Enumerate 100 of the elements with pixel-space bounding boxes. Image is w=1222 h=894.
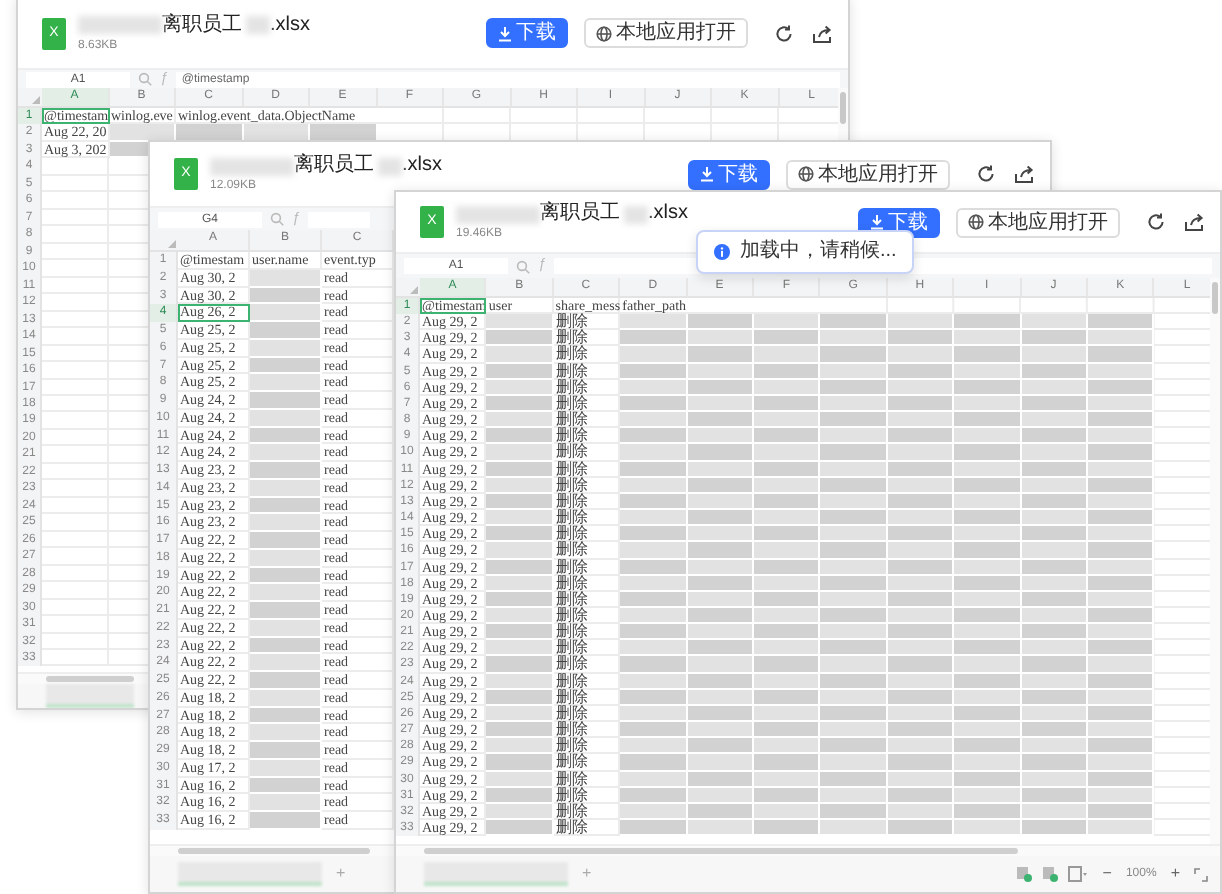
redacted-cell [820, 656, 888, 674]
table-cell: 删除 [553, 754, 621, 772]
redacted-cell [620, 722, 688, 739]
zoom-in-button[interactable]: + [1166, 864, 1184, 884]
refresh-icon[interactable] [1146, 212, 1166, 232]
refresh-icon[interactable] [774, 23, 794, 43]
download-icon [700, 166, 714, 182]
expand-icon[interactable] [1194, 867, 1208, 881]
redacted-cell [1021, 542, 1088, 559]
sheet-tab[interactable] [424, 862, 568, 886]
search-icon[interactable] [138, 72, 152, 86]
file-extension: .xlsx [648, 202, 688, 226]
redacted-cell [250, 514, 322, 532]
download-icon [498, 25, 512, 41]
page-layout-icon[interactable] [1068, 866, 1089, 882]
add-sheet-button[interactable]: + [578, 864, 596, 884]
globe-icon [968, 214, 984, 230]
redacted-cell [250, 462, 322, 480]
redacted-cell [486, 738, 554, 755]
table-cell: 删除 [553, 526, 621, 543]
share-icon[interactable] [1184, 212, 1204, 232]
redacted-text [210, 157, 294, 175]
redacted-cell [753, 542, 821, 559]
redacted-cell [687, 346, 754, 364]
redacted-cell [687, 754, 754, 772]
add-sheet-button[interactable]: + [332, 864, 350, 884]
vertical-scrollbar[interactable] [1212, 282, 1218, 314]
redacted-cell [687, 722, 754, 739]
redacted-cell [1021, 510, 1088, 527]
redacted-cell [620, 330, 688, 347]
redacted-cell [887, 346, 955, 364]
redacted-cell [687, 656, 754, 674]
redacted-cell [954, 526, 1022, 543]
zoom-out-button[interactable]: − [1098, 864, 1116, 884]
redacted-cell [620, 754, 688, 772]
redacted-cell [887, 640, 955, 657]
download-button[interactable]: 下载 [688, 159, 770, 189]
grid-view-icon[interactable] [1016, 866, 1033, 882]
download-button[interactable]: 下载 [486, 18, 568, 48]
open-in-app-button[interactable]: 本地应用打开 [956, 207, 1120, 237]
redacted-cell [1087, 624, 1155, 641]
redacted-cell [954, 754, 1022, 772]
redacted-cell [1087, 526, 1155, 543]
search-icon[interactable] [270, 212, 284, 226]
open-in-app-button[interactable]: 本地应用打开 [584, 18, 748, 48]
redacted-cell [954, 428, 1022, 445]
share-icon[interactable] [812, 23, 832, 43]
redacted-cell [486, 722, 554, 739]
redacted-cell [1087, 656, 1155, 674]
redacted-cell [620, 346, 688, 364]
search-icon[interactable] [516, 259, 530, 273]
redacted-cell [820, 412, 888, 429]
redacted-cell [620, 510, 688, 527]
redacted-cell [687, 412, 754, 429]
redacted-cell [1087, 346, 1155, 364]
redacted-cell [820, 526, 888, 543]
redacted-cell [1087, 314, 1155, 331]
table-cell: 删除 [553, 624, 621, 641]
redacted-cell [1021, 428, 1088, 445]
sheet-tab[interactable] [178, 862, 322, 886]
redacted-cell [753, 656, 821, 674]
redacted-cell [954, 624, 1022, 641]
redacted-cell [820, 314, 888, 331]
vertical-scrollbar[interactable] [840, 92, 846, 124]
select-all-icon[interactable] [32, 96, 40, 104]
redacted-cell [1021, 624, 1088, 641]
redacted-cell [954, 542, 1022, 559]
redacted-cell [620, 656, 688, 674]
redacted-cell [753, 346, 821, 364]
redacted-cell [887, 542, 955, 559]
table-cell: 删除 [553, 510, 621, 527]
formula-field[interactable] [307, 211, 370, 227]
refresh-icon[interactable] [976, 164, 996, 184]
redacted-cell [954, 330, 1022, 347]
redacted-cell [753, 444, 821, 462]
redacted-cell [1021, 330, 1088, 347]
redacted-cell [486, 444, 554, 462]
sheet-tab[interactable] [46, 684, 134, 708]
redacted-cell [486, 640, 554, 657]
open-in-app-button[interactable]: 本地应用打开 [786, 159, 950, 189]
redacted-cell [1087, 510, 1155, 527]
file-name: 离职员工 [540, 202, 620, 226]
redacted-cell [954, 738, 1022, 755]
redacted-cell [1087, 754, 1155, 772]
redacted-text [624, 205, 648, 223]
redacted-cell [753, 330, 821, 347]
select-all-icon[interactable] [168, 240, 176, 248]
file-extension: .xlsx [270, 13, 310, 37]
redacted-cell [250, 392, 322, 410]
share-icon[interactable] [1014, 164, 1034, 184]
redacted-cell [1021, 526, 1088, 543]
redacted-cell [687, 738, 754, 755]
redacted-cell [687, 820, 754, 837]
redacted-cell [620, 314, 688, 331]
sheet-view-icon[interactable] [1042, 866, 1059, 882]
table-cell: 删除 [553, 444, 621, 462]
table-cell: 删除 [553, 542, 621, 559]
redacted-cell [1021, 722, 1088, 739]
redacted-cell [887, 754, 955, 772]
redacted-cell [250, 444, 322, 462]
